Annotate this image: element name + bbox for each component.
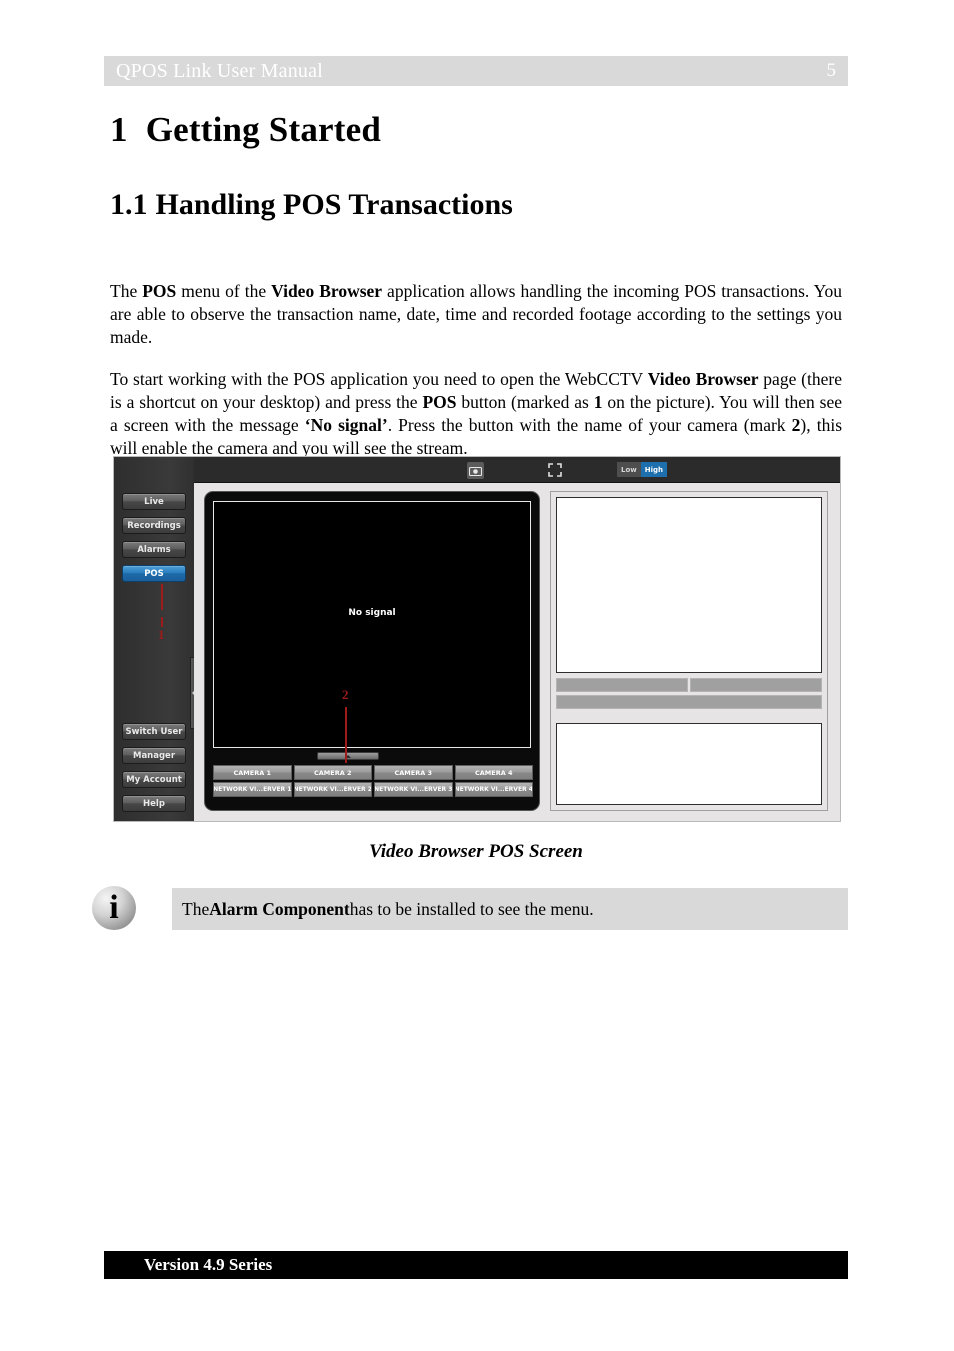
video-viewport[interactable]: No signal [213, 501, 531, 748]
text-fragment: The [110, 280, 143, 301]
camera-server-label-1[interactable]: NETWORK VI...ERVER 1 [213, 782, 292, 797]
text-bold: ‘No signal’ [304, 414, 388, 435]
manual-title: QPOS Link User Manual [116, 59, 323, 82]
transaction-detail-view[interactable] [556, 723, 822, 805]
sidebar-item-my-account[interactable]: My Account [122, 771, 186, 788]
paragraph-steps: To start working with the POS applicatio… [110, 368, 842, 460]
note-box: The Alarm Component has to be installed … [172, 888, 848, 930]
text-fragment: button (marked as [456, 391, 594, 412]
pos-transaction-panel [550, 491, 828, 811]
sidebar-item-alarms[interactable]: Alarms [122, 541, 186, 558]
figure-caption: Video Browser POS Screen [369, 841, 583, 862]
sidebar-item-live[interactable]: Live [122, 493, 186, 510]
fullscreen-arrows-glyph [547, 462, 562, 477]
camera-name-row: CAMERA 1 CAMERA 2 CAMERA 3 CAMERA 4 [213, 765, 533, 780]
chapter-number: 1 [110, 110, 128, 149]
text-bold: Video Browser [647, 368, 759, 389]
text-fragment: menu of the [176, 280, 272, 301]
section-heading: 1.1 Handling POS Transactions [110, 188, 513, 222]
camera-list-collapse-handle[interactable] [317, 752, 379, 760]
text-fragment: . Press the button with the name of your… [387, 414, 792, 435]
app-sidebar: Live Recordings Alarms POS Switch User M… [114, 457, 197, 821]
camera-snapshot-glyph [469, 466, 482, 476]
camera-button-3[interactable]: CAMERA 3 [374, 765, 453, 780]
text-fragment: The [182, 898, 210, 919]
annotation-leader-line-1b [161, 617, 163, 627]
info-icon-glyph: i [109, 889, 119, 926]
annotation-leader-line-1 [161, 584, 163, 610]
sidebar-item-label: Manager [132, 750, 176, 761]
app-toolbar: Low High [194, 457, 840, 483]
info-icon: i [92, 886, 136, 930]
annotation-leader-line-2 [345, 707, 347, 763]
stream-quality-toggle[interactable]: Low High [617, 462, 668, 477]
sidebar-item-switch-user[interactable]: Switch User [122, 723, 186, 740]
sidebar-item-pos[interactable]: POS [122, 565, 186, 582]
camera-button-1[interactable]: CAMERA 1 [213, 765, 292, 780]
text-fragment: To start working with the POS applicatio… [110, 368, 648, 389]
detail-cell-left [556, 678, 688, 692]
camera-button-4[interactable]: CAMERA 4 [454, 765, 533, 780]
quality-high-button[interactable]: High [640, 462, 668, 477]
sidebar-item-label: My Account [126, 774, 182, 785]
sidebar-item-label: Help [143, 798, 165, 809]
fullscreen-expand-icon[interactable] [546, 461, 563, 478]
sidebar-item-label: Switch User [125, 726, 183, 737]
camera-button-2[interactable]: CAMERA 2 [293, 765, 372, 780]
annotation-marker-2: 2 [342, 687, 349, 702]
text-bold: 1 [593, 391, 603, 412]
page-footer: Version 4.9 Series [104, 1251, 848, 1279]
sidebar-item-label: Live [144, 496, 164, 507]
annotation-marker-1: 1 [158, 627, 165, 642]
sidebar-item-label: POS [144, 568, 164, 579]
camera-server-label-2[interactable]: NETWORK VI...ERVER 2 [293, 782, 372, 797]
paragraph-intro: The POS menu of the Video Browser applic… [110, 280, 842, 349]
camera-server-label-4[interactable]: NETWORK VI...ERVER 4 [454, 782, 533, 797]
text-bold: POS [422, 391, 457, 412]
text-bold: Alarm Component [209, 898, 350, 919]
video-browser-screenshot: Live Recordings Alarms POS Switch User M… [113, 456, 841, 822]
sidebar-item-label: Recordings [127, 520, 181, 531]
no-signal-message: No signal [348, 608, 396, 618]
detail-cell-right [690, 678, 822, 692]
transaction-list[interactable] [556, 497, 822, 673]
sidebar-item-recordings[interactable]: Recordings [122, 517, 186, 534]
sidebar-item-label: Alarms [137, 544, 171, 555]
sidebar-item-manager[interactable]: Manager [122, 747, 186, 764]
page-number: 5 [826, 60, 837, 81]
transaction-detail-bars [556, 678, 822, 712]
chapter-heading: 1 Getting Started [110, 110, 381, 150]
camera-server-label-3[interactable]: NETWORK VI...ERVER 3 [374, 782, 453, 797]
detail-bar-row-split [556, 678, 822, 692]
camera-server-row: NETWORK VI...ERVER 1 NETWORK VI...ERVER … [213, 782, 533, 797]
section-number: 1.1 [110, 188, 148, 221]
quality-low-button[interactable]: Low [617, 462, 641, 477]
detail-bar-row-full [556, 695, 822, 709]
text-bold: Video Browser [271, 280, 383, 301]
sidebar-item-help[interactable]: Help [122, 795, 186, 812]
detail-cell-wide [556, 695, 822, 709]
camera-button-grid: CAMERA 1 CAMERA 2 CAMERA 3 CAMERA 4 NETW… [213, 765, 533, 797]
section-title: Handling POS Transactions [155, 188, 513, 221]
version-label: Version 4.9 Series [144, 1255, 273, 1274]
text-fragment: has to be installed to see the menu. [349, 898, 594, 919]
page-header: QPOS Link User Manual 5 [104, 56, 848, 86]
app-main-area: Low High No signal CAMERA 1 CAMERA 2 CAM… [194, 457, 840, 821]
text-bold: POS [142, 280, 177, 301]
chapter-title: Getting Started [145, 110, 382, 149]
video-panel: No signal CAMERA 1 CAMERA 2 CAMERA 3 CAM… [204, 491, 540, 811]
camera-snapshot-icon[interactable] [466, 461, 485, 480]
